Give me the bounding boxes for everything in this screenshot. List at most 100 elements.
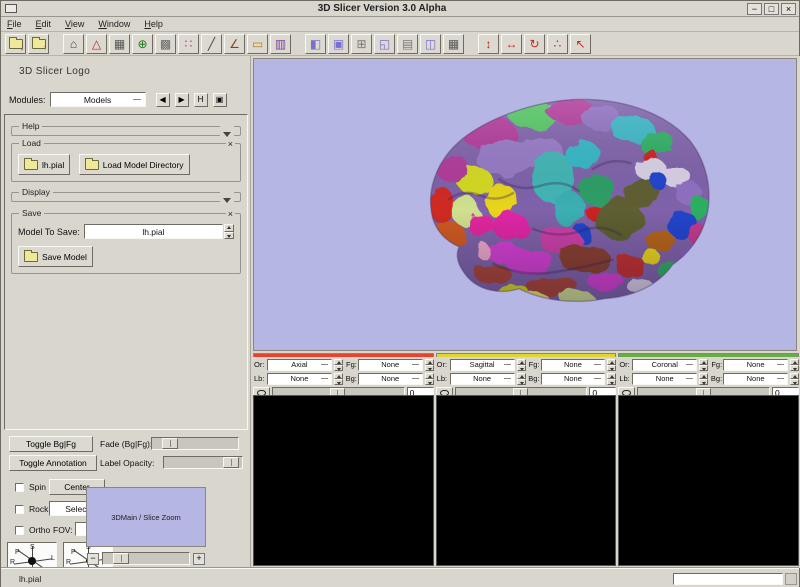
rotate-mode-icon[interactable]: ↻	[524, 34, 545, 54]
viewport-axial[interactable]	[253, 395, 434, 566]
tabbed-slice-layout-icon[interactable]: ◫	[420, 34, 441, 54]
foreground-select[interactable]: None	[541, 359, 606, 371]
spin-down-icon[interactable]	[607, 379, 616, 385]
help-collapse-button[interactable]	[220, 125, 234, 140]
spin-down-icon[interactable]	[517, 379, 526, 385]
foreground-select[interactable]: None	[723, 359, 788, 371]
minimize-button[interactable]: −	[747, 3, 762, 15]
pick-mode-icon[interactable]: ↕	[478, 34, 499, 54]
viewport-sagittal[interactable]	[436, 395, 617, 566]
spin-down-icon[interactable]	[425, 379, 434, 385]
label-layer-spinner[interactable]	[699, 373, 708, 385]
spin-down-icon[interactable]	[790, 365, 799, 371]
background-select[interactable]: None	[541, 373, 606, 385]
menu-window[interactable]: Window	[98, 19, 130, 29]
lightbox-layout-icon[interactable]: ▦	[443, 34, 464, 54]
close-button[interactable]: ×	[781, 3, 796, 15]
spin-down-icon[interactable]	[790, 379, 799, 385]
ortho-checkbox[interactable]	[15, 526, 24, 535]
model-to-save-select[interactable]: lh.pial	[84, 224, 223, 239]
orientation-spinner[interactable]	[517, 359, 526, 371]
toggle-annotation-button[interactable]: Toggle Annotation	[9, 455, 97, 471]
translate-mode-icon[interactable]: ∴	[547, 34, 568, 54]
place-mode-icon[interactable]: ↔	[501, 34, 522, 54]
label-layer-spinner[interactable]	[334, 373, 343, 385]
module-history-button[interactable]: ▣	[213, 93, 227, 107]
menu-view[interactable]: View	[65, 19, 84, 29]
toggle-bgfg-button[interactable]: Toggle Bg|Fg	[9, 436, 93, 452]
measurements-module-icon[interactable]: ▭	[247, 34, 268, 54]
spin-down-icon[interactable]	[607, 365, 616, 371]
spin-down-icon[interactable]	[699, 365, 708, 371]
label-layer-select[interactable]: None	[632, 373, 697, 385]
spin-checkbox[interactable]	[15, 483, 24, 492]
colors-module-icon[interactable]: ∷	[178, 34, 199, 54]
spin-up-icon[interactable]	[224, 224, 234, 232]
modules-select[interactable]: Models	[50, 92, 146, 107]
color-lut-icon[interactable]: ▥	[270, 34, 291, 54]
background-select[interactable]: None	[723, 373, 788, 385]
rock-checkbox[interactable]	[15, 505, 24, 514]
fade-slider[interactable]	[151, 437, 239, 450]
orientation-select[interactable]: Coronal	[632, 359, 697, 371]
background-spinner[interactable]	[607, 373, 616, 385]
save-model-button[interactable]: Save Model	[18, 246, 93, 267]
orientation-spinner[interactable]	[699, 359, 708, 371]
foreground-select[interactable]: None	[358, 359, 423, 371]
display-collapse-button[interactable]	[220, 191, 234, 206]
foreground-spinner[interactable]	[607, 359, 616, 371]
spin-down-icon[interactable]	[224, 232, 234, 240]
menu-edit[interactable]: Edit	[36, 19, 52, 29]
module-forward-button[interactable]: ▶	[175, 93, 189, 107]
spin-down-icon[interactable]	[334, 379, 343, 385]
nav-zoom-slider-thumb[interactable]	[113, 553, 129, 564]
model-select-spinner[interactable]	[224, 224, 234, 239]
viewport-3d[interactable]	[253, 58, 797, 351]
foreground-spinner[interactable]	[425, 359, 434, 371]
four-up-layout-icon[interactable]: ⊞	[351, 34, 372, 54]
spin-down-icon[interactable]	[699, 379, 708, 385]
spin-down-icon[interactable]	[425, 365, 434, 371]
zoom-mode-icon[interactable]: ↖	[570, 34, 591, 54]
foreground-spinner[interactable]	[790, 359, 799, 371]
3d-only-layout-icon[interactable]: ▣	[328, 34, 349, 54]
maximize-button[interactable]: □	[764, 3, 779, 15]
load-close-button[interactable]: ×	[226, 140, 235, 149]
background-spinner[interactable]	[790, 373, 799, 385]
save-close-button[interactable]: ×	[226, 210, 235, 219]
conventional-layout-icon[interactable]: ◧	[305, 34, 326, 54]
orientation-select[interactable]: Sagittal	[450, 359, 515, 371]
label-layer-spinner[interactable]	[517, 373, 526, 385]
home-module-icon[interactable]: ⌂	[63, 34, 84, 54]
window-menu-icon[interactable]	[5, 4, 17, 13]
zoom-in-button[interactable]: +	[193, 553, 205, 565]
save-scene-icon[interactable]: ↑	[28, 34, 49, 54]
fade-slider-thumb[interactable]	[162, 438, 178, 449]
menu-file[interactable]: File	[7, 19, 22, 29]
zoom-out-button[interactable]: −	[87, 553, 99, 565]
label-opacity-slider[interactable]	[163, 456, 243, 469]
label-layer-select[interactable]: None	[450, 373, 515, 385]
data-module-icon[interactable]: △	[86, 34, 107, 54]
load-scene-icon[interactable]: ↓	[5, 34, 26, 54]
orientation-select[interactable]: Axial	[267, 359, 332, 371]
label-opacity-slider-thumb[interactable]	[223, 457, 239, 468]
spin-down-icon[interactable]	[517, 365, 526, 371]
fiducials-module-icon[interactable]: ⊕	[132, 34, 153, 54]
spin-down-icon[interactable]	[334, 365, 343, 371]
nav-zoom-slider[interactable]	[102, 552, 190, 565]
background-spinner[interactable]	[425, 373, 434, 385]
module-back-button[interactable]: ◀	[156, 93, 170, 107]
load-model-directory-button[interactable]: Load Model Directory	[79, 154, 190, 175]
editor-module-icon[interactable]: ∠	[224, 34, 245, 54]
label-layer-select[interactable]: None	[267, 373, 332, 385]
background-select[interactable]: None	[358, 373, 423, 385]
orientation-spinner[interactable]	[334, 359, 343, 371]
models-module-icon[interactable]: ▩	[155, 34, 176, 54]
transforms-module-icon[interactable]: ╱	[201, 34, 222, 54]
viewport-coronal[interactable]	[618, 395, 799, 566]
one-up-layout-icon[interactable]: ◱	[374, 34, 395, 54]
volumes-module-icon[interactable]: ▦	[109, 34, 130, 54]
module-home-button[interactable]: H	[194, 93, 208, 107]
load-model-button[interactable]: lh.pial	[18, 154, 70, 175]
